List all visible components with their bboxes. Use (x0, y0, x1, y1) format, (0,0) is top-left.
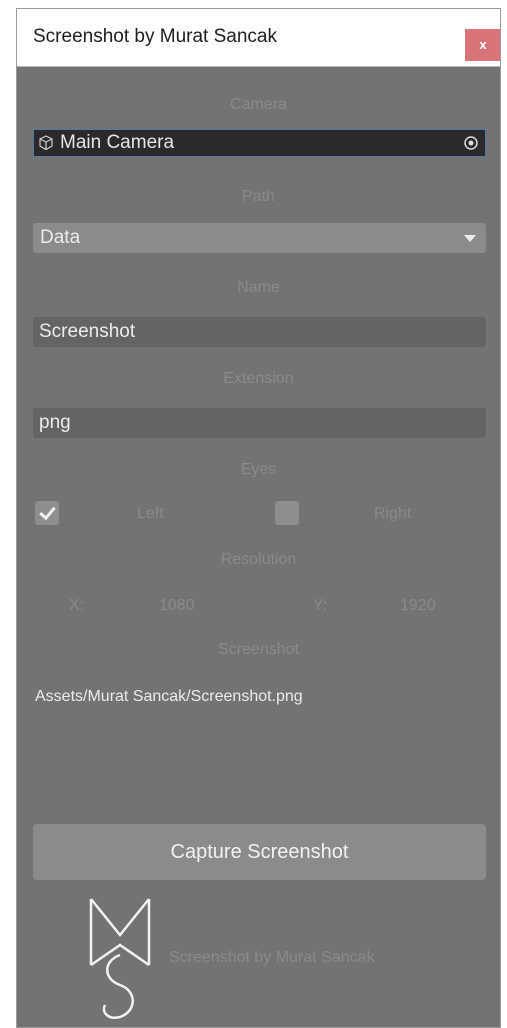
resolution-label: Resolution (220, 551, 297, 568)
resolution-y-value[interactable]: 1920 (400, 597, 436, 615)
right-eye-checkbox[interactable] (275, 501, 299, 525)
path-label: Path (242, 188, 275, 205)
title-bar[interactable]: Screenshot by Murat Sancak x (17, 9, 500, 67)
extension-input[interactable] (33, 408, 486, 438)
right-eye-label: Right (374, 505, 412, 522)
camera-label: Camera (230, 96, 287, 113)
name-input[interactable] (33, 317, 486, 347)
left-eye-label: Left (137, 505, 164, 522)
camera-object-field[interactable]: Main Camera (33, 129, 486, 157)
screenshot-label: Screenshot (218, 641, 299, 658)
target-icon[interactable] (463, 135, 479, 151)
ms-logo-icon (89, 898, 151, 1019)
extension-label: Extension (223, 370, 294, 387)
camera-value: Main Camera (60, 132, 175, 153)
chevron-down-icon (464, 235, 476, 242)
resolution-y-label: Y: (313, 597, 328, 614)
left-eye-checkbox[interactable] (35, 501, 59, 525)
screenshot-path: Assets/Murat Sancak/Screenshot.png (35, 688, 303, 705)
path-selected-value: Data (40, 227, 81, 248)
close-button[interactable]: x (465, 29, 500, 61)
camera-cube-icon (39, 135, 53, 151)
capture-screenshot-button[interactable]: Capture Screenshot (33, 824, 486, 880)
path-dropdown[interactable]: Data (33, 223, 486, 253)
resolution-x-label: X: (69, 597, 85, 614)
name-label: Name (237, 279, 280, 296)
resolution-x-value[interactable]: 1080 (159, 597, 195, 615)
screenshot-window: Screenshot by Murat Sancak x Camera Main… (16, 8, 501, 1028)
window-title: Screenshot by Murat Sancak (33, 26, 277, 47)
footer-caption: Screenshot by Murat Sancak (169, 949, 375, 966)
eyes-label: Eyes (240, 461, 277, 478)
editor-panel: Camera Main Camera Path Data Name Extens… (17, 67, 500, 1027)
